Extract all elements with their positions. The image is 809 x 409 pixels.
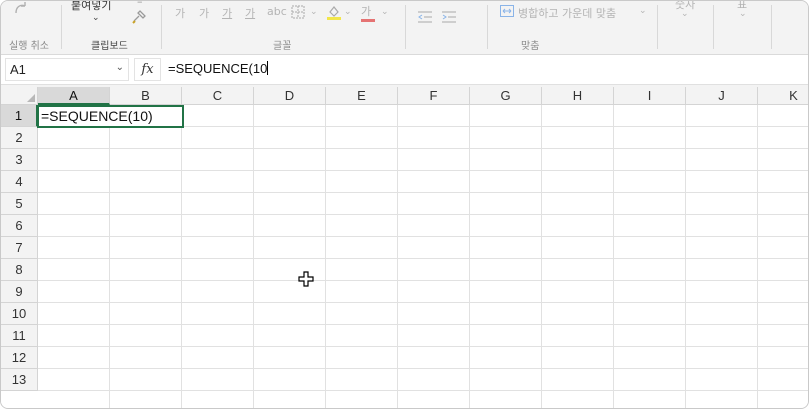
insert-function-button[interactable]: fx [134, 58, 161, 81]
column-header-g[interactable]: G [470, 87, 542, 105]
move-cursor-icon [298, 271, 314, 287]
excel-window: 실행 취소 붙여넣기 ⌄ – 클립보드 가 가 가 가 abc ⌄ ⌄ 가 ⌄ … [0, 0, 809, 409]
row-header-2[interactable]: 2 [1, 127, 38, 149]
cut-icon[interactable]: – [137, 1, 143, 8]
column-header-b[interactable]: B [110, 87, 182, 105]
name-box-value: A1 [10, 62, 26, 77]
formula-bar: A1 ⌄ fx =SEQUENCE(10 [1, 55, 808, 85]
cell-area[interactable] [38, 105, 808, 408]
column-header-f[interactable]: F [398, 87, 470, 105]
increase-indent-icon[interactable] [441, 11, 457, 26]
font-color-label: 가 [361, 5, 372, 18]
row-header-9[interactable]: 9 [1, 281, 38, 303]
column-header-c[interactable]: C [182, 87, 254, 105]
column-header-h[interactable]: H [542, 87, 614, 105]
strikethrough-icon[interactable]: abc [267, 5, 287, 18]
divider [161, 5, 162, 49]
chevron-down-icon[interactable]: ⌄ [739, 9, 747, 19]
grow-font-button[interactable]: 가 [175, 5, 185, 21]
chevron-down-icon[interactable]: ⌄ [92, 13, 100, 23]
row-header-10[interactable]: 10 [1, 303, 38, 325]
row-header-5[interactable]: 5 [1, 193, 38, 215]
merge-icon[interactable] [500, 5, 514, 20]
divider [487, 5, 488, 49]
formula-text: =SEQUENCE(10 [168, 61, 268, 76]
select-all-triangle-icon [27, 94, 35, 102]
active-cell-content: =SEQUENCE(10) [41, 108, 153, 124]
divider [713, 5, 714, 49]
ribbon: 실행 취소 붙여넣기 ⌄ – 클립보드 가 가 가 가 abc ⌄ ⌄ 가 ⌄ … [1, 1, 808, 55]
text-caret [267, 61, 269, 75]
column-header-i[interactable]: I [614, 87, 686, 105]
row-header-12[interactable]: 12 [1, 347, 38, 369]
divider [657, 5, 658, 49]
borders-icon[interactable] [291, 5, 305, 22]
column-header-d[interactable]: D [254, 87, 326, 105]
alignment-group-label: 맞춤 [521, 41, 540, 52]
row-header-4[interactable]: 4 [1, 171, 38, 193]
row-header-3[interactable]: 3 [1, 149, 38, 171]
underline-button[interactable]: 가 [222, 5, 232, 21]
chevron-down-icon[interactable]: ⌄ [681, 9, 689, 19]
row-header-6[interactable]: 6 [1, 215, 38, 237]
divider [771, 5, 772, 49]
shrink-font-button[interactable]: 가 [199, 5, 209, 21]
chevron-down-icon[interactable]: ⌄ [344, 7, 352, 17]
row-header-1[interactable]: 1 [1, 105, 38, 127]
merge-center-button[interactable]: 병합하고 가운데 맞춤 [518, 5, 616, 21]
row-header-8[interactable]: 8 [1, 259, 38, 281]
column-header-k[interactable]: K [758, 87, 808, 105]
divider [61, 5, 62, 49]
select-all-button[interactable] [1, 87, 38, 105]
clipboard-group-label: 클립보드 [91, 41, 128, 52]
name-box[interactable]: A1 ⌄ [5, 58, 129, 81]
column-header-j[interactable]: J [686, 87, 758, 105]
fx-icon: fx [141, 62, 154, 77]
worksheet-grid[interactable]: ABCDEFGHIJK 1 2 3 4 5 6 7 8 9 10 11 12 13 =SEQUENCE(… [1, 87, 808, 408]
decrease-indent-icon[interactable] [417, 11, 433, 26]
formula-input[interactable]: =SEQUENCE(10 [164, 58, 806, 81]
active-cell-a1[interactable]: =SEQUENCE(10) [37, 105, 184, 128]
row-header-7[interactable]: 7 [1, 237, 38, 259]
font-color-swatch [361, 19, 375, 22]
row-header-13[interactable]: 13 [1, 369, 38, 391]
divider [405, 5, 406, 49]
column-header-a[interactable]: A [38, 87, 110, 105]
font-group-label: 글꼴 [273, 41, 292, 52]
redo-icon[interactable] [13, 1, 29, 18]
fill-color-icon[interactable] [326, 3, 342, 24]
chevron-down-icon[interactable]: ⌄ [639, 6, 647, 16]
font-color-button[interactable]: 가 [361, 3, 375, 22]
row-header-11[interactable]: 11 [1, 325, 38, 347]
chevron-down-icon[interactable]: ⌄ [310, 7, 318, 17]
double-underline-button[interactable]: 가 [245, 5, 255, 21]
paste-button[interactable]: 붙여넣기 [71, 1, 111, 13]
column-header-e[interactable]: E [326, 87, 398, 105]
chevron-down-icon[interactable]: ⌄ [116, 62, 124, 73]
chevron-down-icon[interactable]: ⌄ [381, 7, 389, 17]
undo-group-label: 실행 취소 [9, 41, 49, 52]
format-painter-icon[interactable] [131, 9, 147, 28]
